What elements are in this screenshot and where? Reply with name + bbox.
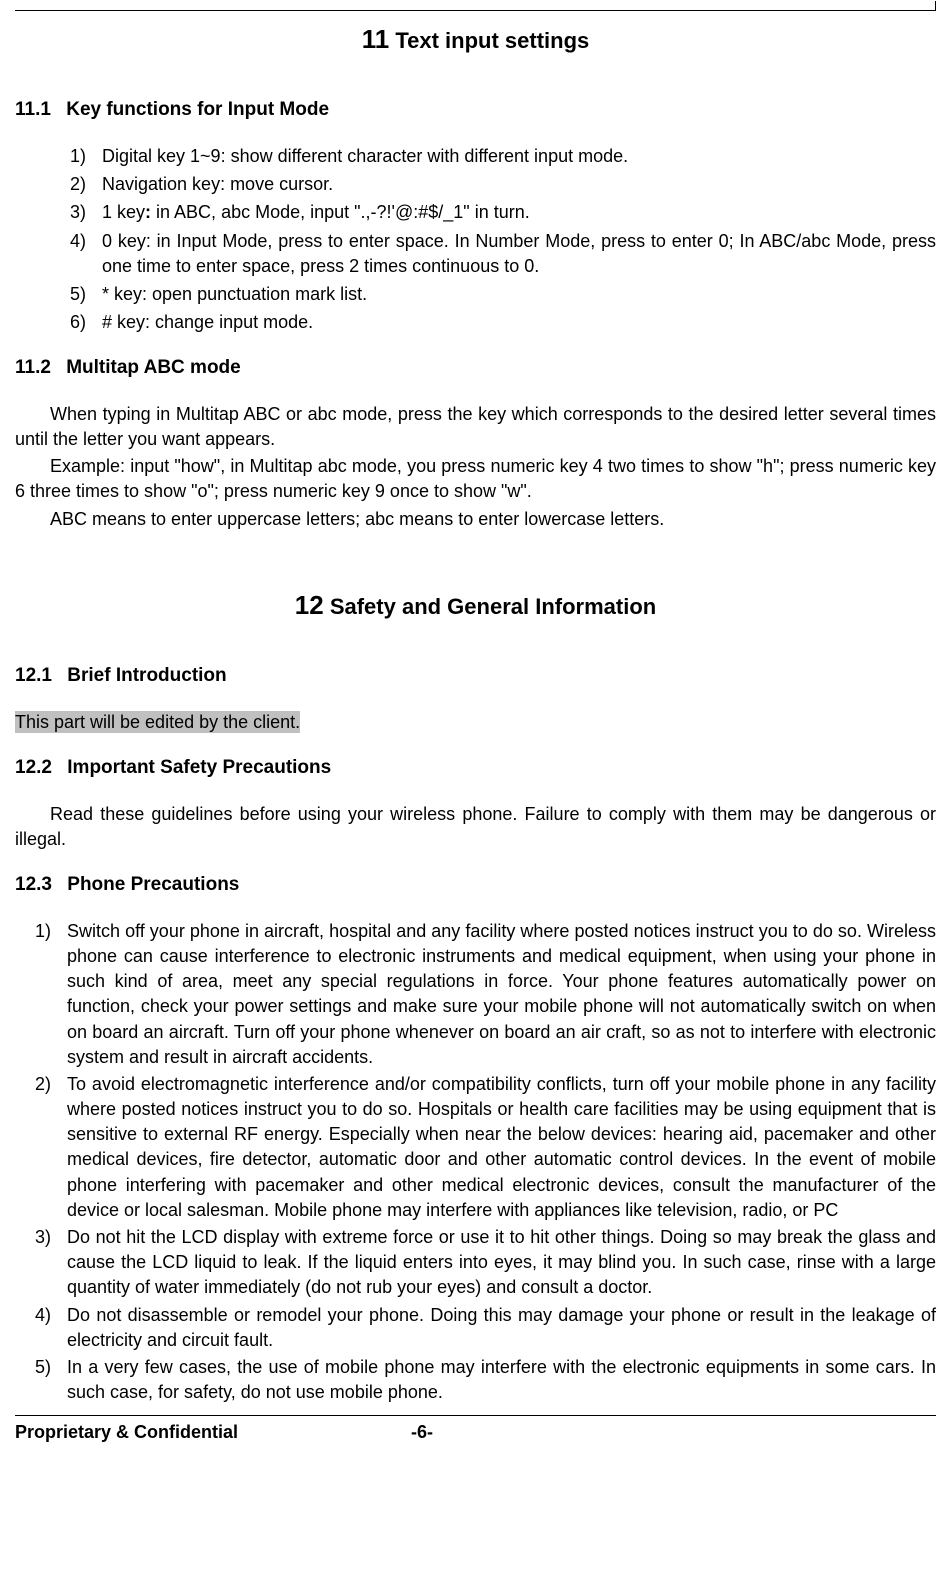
section-12-2-body: Read these guidelines before using your …: [15, 802, 936, 852]
item-text: Do not hit the LCD display with extreme …: [67, 1225, 936, 1301]
item-text: 0 key: in Input Mode, press to enter spa…: [102, 229, 936, 279]
item-number: 3): [35, 1225, 67, 1301]
footer-left-text: Proprietary & Confidential: [15, 1420, 411, 1445]
footer-border: [15, 1415, 936, 1416]
chapter-12-title: 12 Safety and General Information: [15, 587, 936, 623]
list-item: 2) To avoid electromagnetic interference…: [35, 1072, 936, 1223]
page-footer: Proprietary & Confidential -6-: [15, 1420, 936, 1445]
item-text: * key: open punctuation mark list.: [102, 282, 936, 307]
section-12-3-title: Phone Precautions: [67, 874, 239, 895]
item-number: 5): [70, 282, 102, 307]
item-number: 5): [35, 1355, 67, 1405]
chapter-12-number: 12: [295, 590, 324, 620]
section-12-1-number: 12.1: [15, 665, 52, 686]
section-11-1-heading: 11.1 Key functions for Input Mode: [15, 97, 936, 124]
highlighted-text: This part will be edited by the client.: [15, 711, 300, 733]
item-text: In a very few cases, the use of mobile p…: [67, 1355, 936, 1405]
item-text: # key: change input mode.: [102, 310, 936, 335]
chapter-11-title: 11 Text input settings: [15, 21, 936, 57]
chapter-11-text: Text input settings: [395, 28, 589, 53]
item-text: To avoid electromagnetic interference an…: [67, 1072, 936, 1223]
section-11-2-number: 11.2: [15, 357, 51, 378]
list-item: 6) # key: change input mode.: [70, 310, 936, 335]
footer-page-number: -6-: [411, 1420, 503, 1445]
section-11-1-title: Key functions for Input Mode: [66, 99, 329, 120]
section-12-3-heading: 12.3 Phone Precautions: [15, 872, 936, 899]
section-12-2-title: Important Safety Precautions: [67, 757, 331, 778]
section-12-2-heading: 12.2 Important Safety Precautions: [15, 755, 936, 782]
section-12-1-title: Brief Introduction: [67, 665, 226, 686]
list-item: 4) 0 key: in Input Mode, press to enter …: [70, 229, 936, 279]
list-item: 1) Digital key 1~9: show different chara…: [70, 144, 936, 169]
paragraph: Read these guidelines before using your …: [15, 802, 936, 852]
item-number: 1): [70, 144, 102, 169]
top-border: [15, 10, 936, 11]
item-number: 2): [70, 172, 102, 197]
item-number: 1): [35, 919, 67, 1070]
item-text: Switch off your phone in aircraft, hospi…: [67, 919, 936, 1070]
item-number: 4): [70, 229, 102, 279]
item-text-suffix: in ABC, abc Mode, input ".,-?!'@:#$/_1" …: [151, 202, 530, 222]
list-item: 3) 1 key: in ABC, abc Mode, input ".,-?!…: [70, 200, 936, 225]
item-number: 2): [35, 1072, 67, 1223]
section-11-2-heading: 11.2 Multitap ABC mode: [15, 355, 936, 382]
item-number: 6): [70, 310, 102, 335]
section-12-3-list: 1) Switch off your phone in aircraft, ho…: [35, 919, 936, 1406]
list-item: 2) Navigation key: move cursor.: [70, 172, 936, 197]
section-11-2-title: Multitap ABC mode: [66, 357, 241, 378]
item-number: 4): [35, 1303, 67, 1353]
item-text: Navigation key: move cursor.: [102, 172, 936, 197]
section-11-2-body: When typing in Multitap ABC or abc mode,…: [15, 402, 936, 532]
chapter-11-number: 11: [362, 24, 390, 54]
item-text: Digital key 1~9: show different characte…: [102, 144, 936, 169]
section-12-3-number: 12.3: [15, 874, 52, 895]
item-text-prefix: 1 key: [102, 202, 145, 222]
list-item: 5) * key: open punctuation mark list.: [70, 282, 936, 307]
paragraph: When typing in Multitap ABC or abc mode,…: [15, 402, 936, 452]
section-11-1-list: 1) Digital key 1~9: show different chara…: [70, 144, 936, 335]
section-12-2-number: 12.2: [15, 757, 52, 778]
paragraph: Example: input "how", in Multitap abc mo…: [15, 454, 936, 504]
list-item: 1) Switch off your phone in aircraft, ho…: [35, 919, 936, 1070]
chapter-12-text: Safety and General Information: [330, 594, 656, 619]
item-number: 3): [70, 200, 102, 225]
list-item: 4) Do not disassemble or remodel your ph…: [35, 1303, 936, 1353]
item-text: Do not disassemble or remodel your phone…: [67, 1303, 936, 1353]
paragraph: ABC means to enter uppercase letters; ab…: [15, 507, 936, 532]
section-12-1-heading: 12.1 Brief Introduction: [15, 663, 936, 690]
section-11-1-number: 11.1: [15, 99, 51, 120]
list-item: 3) Do not hit the LCD display with extre…: [35, 1225, 936, 1301]
list-item: 5) In a very few cases, the use of mobil…: [35, 1355, 936, 1405]
item-text: 1 key: in ABC, abc Mode, input ".,-?!'@:…: [102, 200, 936, 225]
section-12-1-body: This part will be edited by the client.: [15, 710, 936, 735]
